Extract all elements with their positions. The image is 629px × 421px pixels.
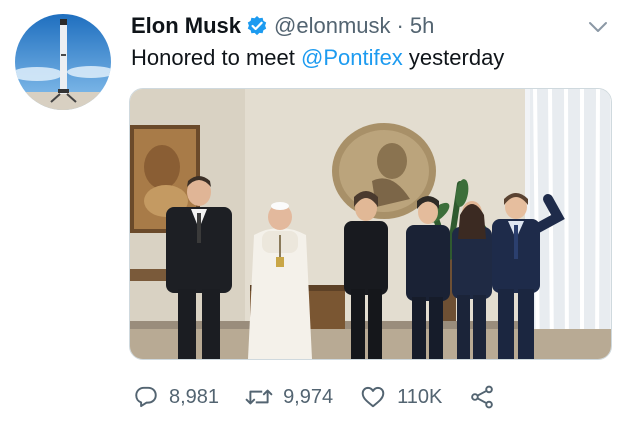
tweet-photo[interactable] — [129, 88, 612, 360]
share-icon — [468, 384, 496, 410]
retweet-button[interactable]: 9,974 — [245, 384, 333, 410]
tweet-actions: 8,981 9,974 110K — [133, 380, 496, 414]
author-avatar[interactable] — [15, 14, 111, 110]
reply-icon — [133, 384, 159, 410]
verified-badge-icon — [246, 15, 268, 37]
time-separator: · — [396, 13, 404, 38]
tweet-text: Honored to meet @Pontifex yesterday — [131, 45, 504, 71]
reply-count: 8,981 — [169, 385, 220, 408]
retweet-count: 9,974 — [283, 385, 334, 408]
author-handle[interactable]: @elonmusk — [274, 13, 391, 39]
reply-button[interactable]: 8,981 — [133, 384, 219, 410]
chevron-down-icon[interactable] — [586, 15, 610, 39]
tweet-text-after: yesterday — [402, 45, 505, 70]
like-count: 110K — [397, 385, 443, 408]
group-photo-image — [130, 89, 611, 359]
share-button[interactable] — [468, 384, 496, 410]
mention-link[interactable]: @Pontifex — [301, 45, 403, 70]
tweet-text-before: Honored to meet — [131, 45, 301, 70]
like-button[interactable]: 110K — [359, 384, 442, 410]
retweet-icon — [245, 384, 273, 410]
rocket-avatar-image — [15, 14, 111, 110]
heart-icon — [359, 384, 387, 410]
tweet-time[interactable]: 5h — [410, 13, 434, 39]
author-name[interactable]: Elon Musk — [131, 13, 241, 39]
tweet-header: Elon Musk @elonmusk · 5h — [131, 10, 434, 42]
